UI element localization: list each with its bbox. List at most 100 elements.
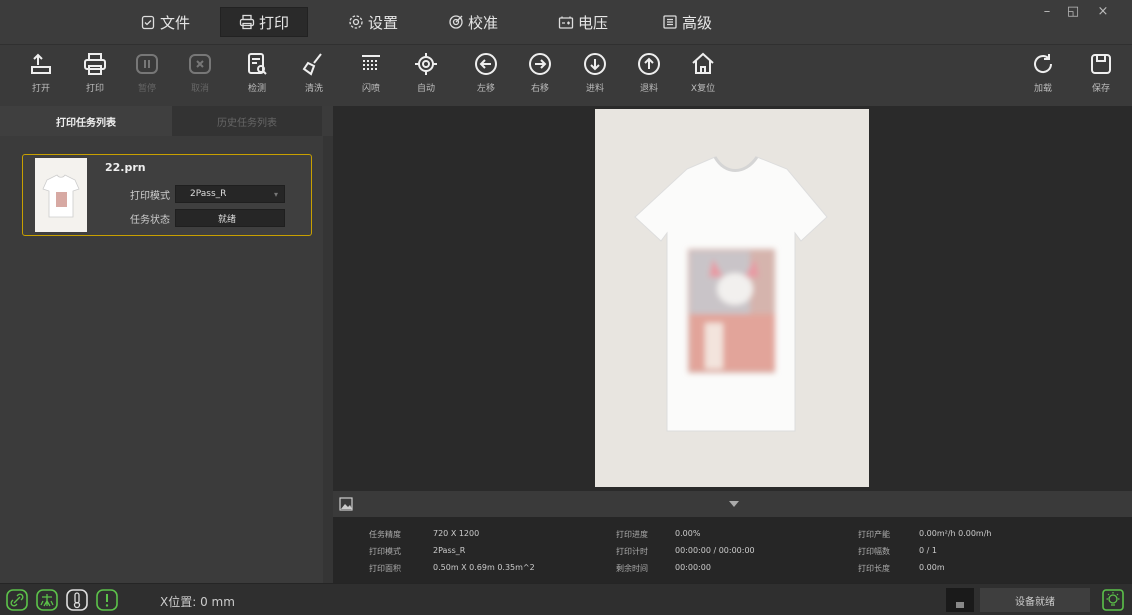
area-value: 0.50m X 0.69m 0.35m^2 <box>433 563 535 572</box>
link-icon[interactable] <box>6 589 28 611</box>
menu-advanced[interactable]: 高级 <box>652 7 722 37</box>
restore-button[interactable]: ◱ <box>1064 4 1082 19</box>
flash-spray-icon <box>362 55 380 72</box>
check-label: 检测 <box>247 84 266 94</box>
feed-in-label: 进料 <box>585 84 604 94</box>
menu-print[interactable]: 打印 <box>220 7 308 37</box>
menu-bar: 文件 打印 设置 校准 电压 高级 – ◱ × <box>0 0 1132 44</box>
network-icon[interactable] <box>36 589 58 611</box>
auto-label: 自动 <box>416 84 435 94</box>
clipboard-check-icon <box>141 15 155 30</box>
collapse-arrow-icon[interactable] <box>729 501 739 507</box>
cancel-icon <box>189 54 211 74</box>
feed-in-button[interactable]: 进料 <box>572 51 618 103</box>
flash-button[interactable]: 闪喷 <box>348 51 394 103</box>
info-mode-value: 2Pass_R <box>433 546 466 555</box>
close-button[interactable]: × <box>1094 4 1112 19</box>
inspect-icon <box>248 53 267 75</box>
cancel-label: 取消 <box>190 84 209 94</box>
scrollbar[interactable] <box>323 136 333 583</box>
menu-voltage-label: 电压 <box>577 13 608 32</box>
area-label: 打印面积 <box>369 564 401 573</box>
auto-button[interactable]: 自动 <box>403 51 449 103</box>
menu-file[interactable]: 文件 <box>130 7 200 37</box>
load-label: 加载 <box>1033 84 1052 94</box>
toolbar: 打开 打印 暂停 取消 检测 清洗 闪喷 自动 左移 右移 进料 退料 X复位 … <box>0 44 1132 106</box>
length-value: 0.00m <box>919 563 945 572</box>
clean-button[interactable]: 清洗 <box>291 51 337 103</box>
length-label: 打印长度 <box>858 564 890 573</box>
open-button[interactable]: 打开 <box>18 51 64 103</box>
save-button[interactable]: 保存 <box>1078 51 1124 103</box>
alert-icon[interactable] <box>96 589 118 611</box>
app-window: 文件 打印 设置 校准 电压 高级 – ◱ × 打开 打印 暂停 取消 检测 清… <box>0 0 1132 615</box>
cancel-button[interactable]: 取消 <box>177 51 223 103</box>
minimize-button[interactable]: – <box>1038 4 1056 19</box>
resolution-label: 任务精度 <box>369 530 401 539</box>
check-button[interactable]: 检测 <box>234 51 280 103</box>
resolution-value: 720 X 1200 <box>433 529 480 538</box>
job-name: 22.prn <box>105 161 146 174</box>
x-position-readout: X位置: 0 mm <box>160 595 235 609</box>
preview-canvas[interactable] <box>333 106 1132 491</box>
menu-calibrate[interactable]: 校准 <box>438 7 508 37</box>
remaining-label: 剩余时间 <box>616 564 648 573</box>
image-icon[interactable] <box>339 497 353 511</box>
task-status-value: 就绪 <box>175 209 285 227</box>
x-reset-label: X复位 <box>690 84 716 94</box>
arrow-down-icon <box>584 53 606 75</box>
arrow-right-icon <box>529 53 551 75</box>
device-indicator <box>946 588 974 612</box>
thermometer-icon[interactable] <box>66 589 88 611</box>
device-ready-status: 设备就绪 <box>980 588 1090 612</box>
copies-value: 0 / 1 <box>919 546 937 555</box>
timer-label: 打印计时 <box>616 547 648 556</box>
pause-button[interactable]: 暂停 <box>124 51 170 103</box>
remaining-value: 00:00:00 <box>675 563 711 572</box>
tshirt-preview-image <box>595 109 869 487</box>
tshirt-thumbnail-icon <box>35 158 87 232</box>
reload-icon <box>1034 54 1053 73</box>
menu-settings-label: 设置 <box>367 13 398 32</box>
feed-out-button[interactable]: 退料 <box>626 51 672 103</box>
lightbulb-icon[interactable] <box>1102 589 1124 611</box>
move-right-button[interactable]: 右移 <box>517 51 563 103</box>
info-panel-header <box>333 491 1132 517</box>
save-label: 保存 <box>1091 84 1110 94</box>
status-bar: X位置: 0 mm 设备就绪 <box>0 583 1132 615</box>
target-icon <box>449 15 463 29</box>
clean-label: 清洗 <box>304 84 323 94</box>
print-mode-select[interactable]: 2Pass_R ▾ <box>175 185 285 203</box>
load-button[interactable]: 加载 <box>1020 51 1066 103</box>
print-mode-label: 打印模式 <box>130 191 170 202</box>
print-button[interactable]: 打印 <box>72 51 118 103</box>
print-info-panel: 任务精度 720 X 1200 打印模式 2Pass_R 打印面积 0.50m … <box>333 491 1132 583</box>
move-left-label: 左移 <box>476 84 495 94</box>
tab-history-tasks[interactable]: 历史任务列表 <box>172 106 322 136</box>
menu-print-label: 打印 <box>258 13 289 32</box>
tab-print-tasks[interactable]: 打印任务列表 <box>0 106 172 136</box>
move-left-button[interactable]: 左移 <box>463 51 509 103</box>
print-preview <box>595 109 869 487</box>
home-icon <box>692 52 714 74</box>
menu-voltage[interactable]: 电压 <box>548 7 618 37</box>
menu-calibrate-label: 校准 <box>467 13 498 32</box>
menu-settings[interactable]: 设置 <box>338 7 408 37</box>
feed-out-label: 退料 <box>639 84 658 94</box>
printer-icon <box>239 14 255 30</box>
progress-label: 打印进度 <box>616 530 648 539</box>
document-icon <box>663 15 677 29</box>
pause-icon <box>136 54 158 74</box>
chevron-down-icon: ▾ <box>273 189 278 199</box>
x-reset-button[interactable]: X复位 <box>680 51 726 103</box>
task-panel: 打印任务列表 历史任务列表 22.prn 打印模式 2Pass_R ▾ 任务状态… <box>0 106 333 583</box>
output-value: 0.00m²/h 0.00m/h <box>919 529 992 538</box>
output-label: 打印产能 <box>858 530 890 539</box>
gear-icon <box>349 15 363 29</box>
menu-advanced-label: 高级 <box>681 13 712 32</box>
print-mode-value: 2Pass_R <box>190 189 227 199</box>
crosshair-icon <box>415 53 437 75</box>
job-card[interactable]: 22.prn 打印模式 2Pass_R ▾ 任务状态 就绪 <box>22 154 312 236</box>
arrow-up-icon <box>638 53 660 75</box>
printer-icon <box>84 53 106 75</box>
